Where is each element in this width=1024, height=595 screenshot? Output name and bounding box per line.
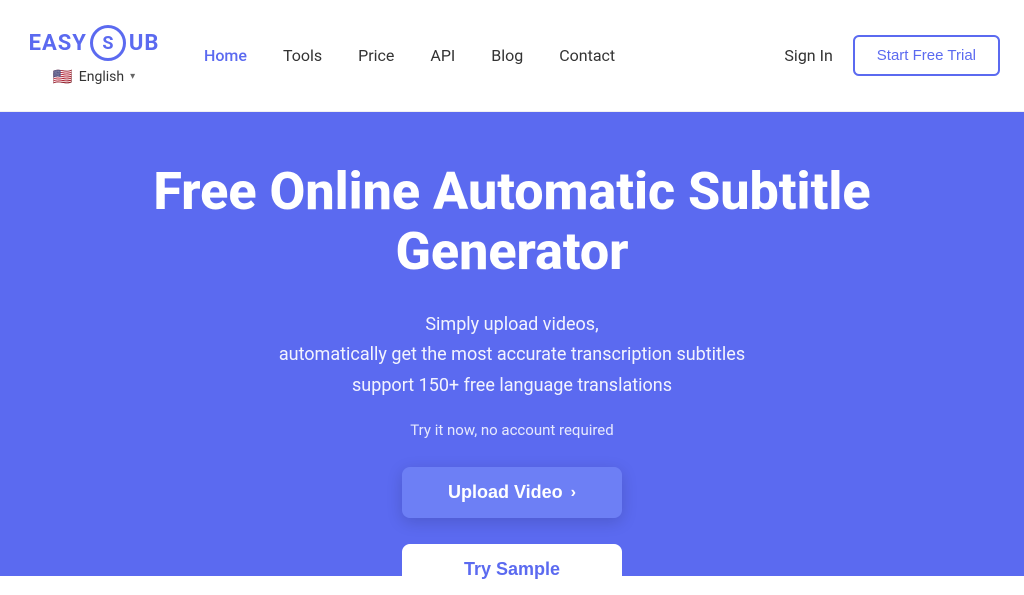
- hero-subtitle: Simply upload videos, automatically get …: [279, 310, 745, 402]
- nav-contact[interactable]: Contact: [559, 46, 615, 65]
- language-selector[interactable]: 🇺🇸 English ▾: [53, 67, 135, 86]
- hero-title: Free Online Automatic Subtitle Generator: [32, 162, 992, 282]
- nav-home[interactable]: Home: [204, 46, 247, 65]
- nav-tools[interactable]: Tools: [283, 46, 322, 65]
- logo[interactable]: EASY S UB: [29, 25, 160, 61]
- logo-ub-text: UB: [129, 31, 160, 56]
- hero-subtitle-line2: automatically get the most accurate tran…: [279, 344, 745, 365]
- upload-video-label: Upload Video: [448, 482, 563, 503]
- start-trial-button[interactable]: Start Free Trial: [853, 35, 1000, 76]
- language-label: English: [79, 69, 124, 85]
- hero-subtitle-line1: Simply upload videos,: [425, 314, 598, 335]
- chevron-right-icon: ›: [571, 484, 576, 502]
- hero-section: Free Online Automatic Subtitle Generator…: [0, 112, 1024, 576]
- flag-icon: 🇺🇸: [53, 67, 73, 86]
- nav-right: Sign In Start Free Trial: [784, 35, 1000, 76]
- nav-links: Home Tools Price API Blog Contact: [204, 46, 784, 65]
- try-sample-button[interactable]: Try Sample: [402, 544, 622, 595]
- logo-easy-text: EASY: [29, 31, 87, 56]
- nav-api[interactable]: API: [430, 46, 455, 65]
- nav-blog[interactable]: Blog: [491, 46, 523, 65]
- hero-note: Try it now, no account required: [410, 421, 613, 439]
- navbar: EASY S UB 🇺🇸 English ▾ Home Tools Price …: [0, 0, 1024, 112]
- logo-s-circle: S: [90, 25, 126, 61]
- upload-video-button[interactable]: Upload Video ›: [402, 467, 622, 518]
- sign-in-link[interactable]: Sign In: [784, 46, 832, 65]
- nav-price[interactable]: Price: [358, 46, 394, 65]
- logo-area: EASY S UB 🇺🇸 English ▾: [24, 25, 164, 86]
- chevron-down-icon: ▾: [130, 71, 135, 82]
- hero-subtitle-line3: support 150+ free language translations: [352, 375, 672, 396]
